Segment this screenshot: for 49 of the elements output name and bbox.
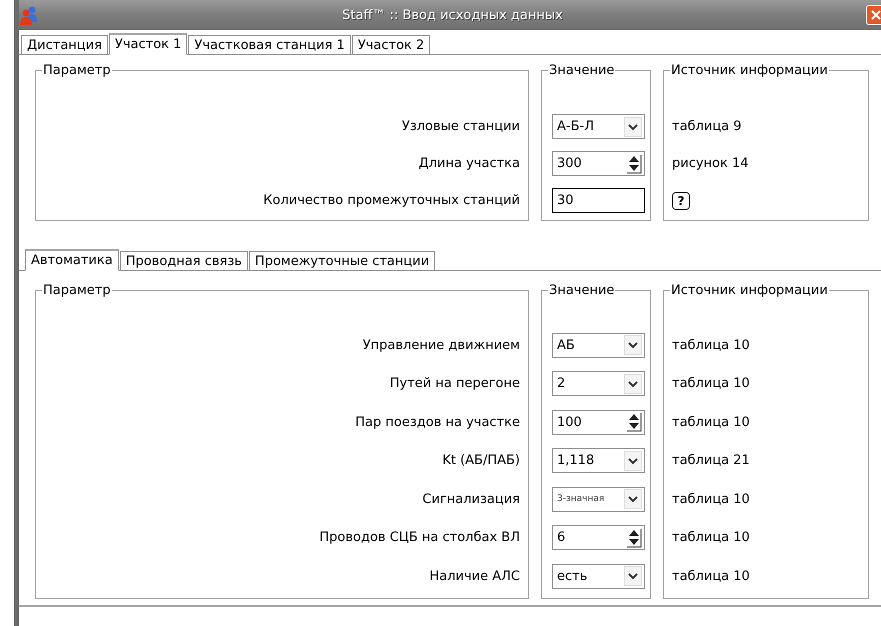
source-text: таблица 10 (672, 376, 750, 392)
parameter-label: Сигнализация (422, 492, 520, 507)
dropdown[interactable]: 1,118 (552, 448, 645, 474)
spin-box[interactable]: 100 (552, 410, 645, 435)
tab[interactable]: Участок 1 (108, 33, 188, 55)
column-header: Параметр (42, 283, 112, 298)
parameter-label: Kt (АБ/ПАБ) (442, 453, 520, 468)
close-icon[interactable] (866, 5, 881, 25)
spinner-arrows-icon[interactable] (626, 528, 642, 548)
parameter-label: Путей на перегоне (390, 376, 520, 392)
column-header: Значение (548, 63, 616, 78)
tab[interactable]: Автоматика (25, 249, 119, 271)
source-text: таблица 9 (672, 119, 742, 134)
parameter-label: Количество промежуточных станций (263, 193, 520, 208)
dropdown[interactable]: А-Б-Л (552, 114, 645, 139)
source-text: таблица 10 (672, 568, 750, 584)
parameter-label: Узловые станции (402, 119, 520, 134)
dropdown[interactable]: АБ (552, 332, 645, 358)
column-header: Параметр (42, 63, 112, 78)
tab[interactable]: Дистанция (21, 35, 108, 54)
parameter-label: Управление движнием (362, 338, 520, 353)
column-header: Источник информации (670, 63, 829, 78)
parameter-label: Наличие АЛС (429, 568, 520, 584)
source-text: таблица 10 (672, 492, 750, 507)
source-text: таблица 10 (672, 530, 750, 546)
people-icon (19, 5, 39, 25)
tab[interactable]: Промежуточные станции (248, 251, 436, 270)
spinner-arrows-icon[interactable] (626, 412, 642, 432)
source-text: таблица 10 (672, 414, 750, 430)
column-header: Источник информации (670, 283, 829, 298)
dropdown[interactable]: есть (552, 564, 645, 589)
tab[interactable]: Участковая станция 1 (188, 35, 351, 54)
tab[interactable]: Проводная связь (120, 251, 248, 270)
dropdown[interactable]: 2 (552, 371, 645, 396)
input-field[interactable]: 30 (552, 188, 645, 213)
spinner-arrows-icon[interactable] (626, 154, 642, 174)
source-text: рисунок 14 (672, 156, 749, 171)
spin-box[interactable]: 6 (552, 525, 645, 550)
source-text: таблица 10 (672, 338, 750, 353)
source-text: таблица 21 (672, 453, 750, 468)
window-title: Staff™ :: Ввод исходных данных (341, 8, 564, 22)
spin-box[interactable]: 300 (552, 151, 645, 176)
column-header: Значение (548, 283, 616, 298)
parameter-label: Проводов СЦБ на столбах ВЛ (319, 530, 520, 546)
parameter-label: Длина участка (418, 156, 520, 171)
tab[interactable]: Участок 2 (352, 35, 430, 54)
help-button[interactable]: ? (672, 192, 690, 210)
parameter-label: Пар поездов на участке (355, 414, 520, 430)
dropdown[interactable]: 3-значная (552, 486, 645, 512)
